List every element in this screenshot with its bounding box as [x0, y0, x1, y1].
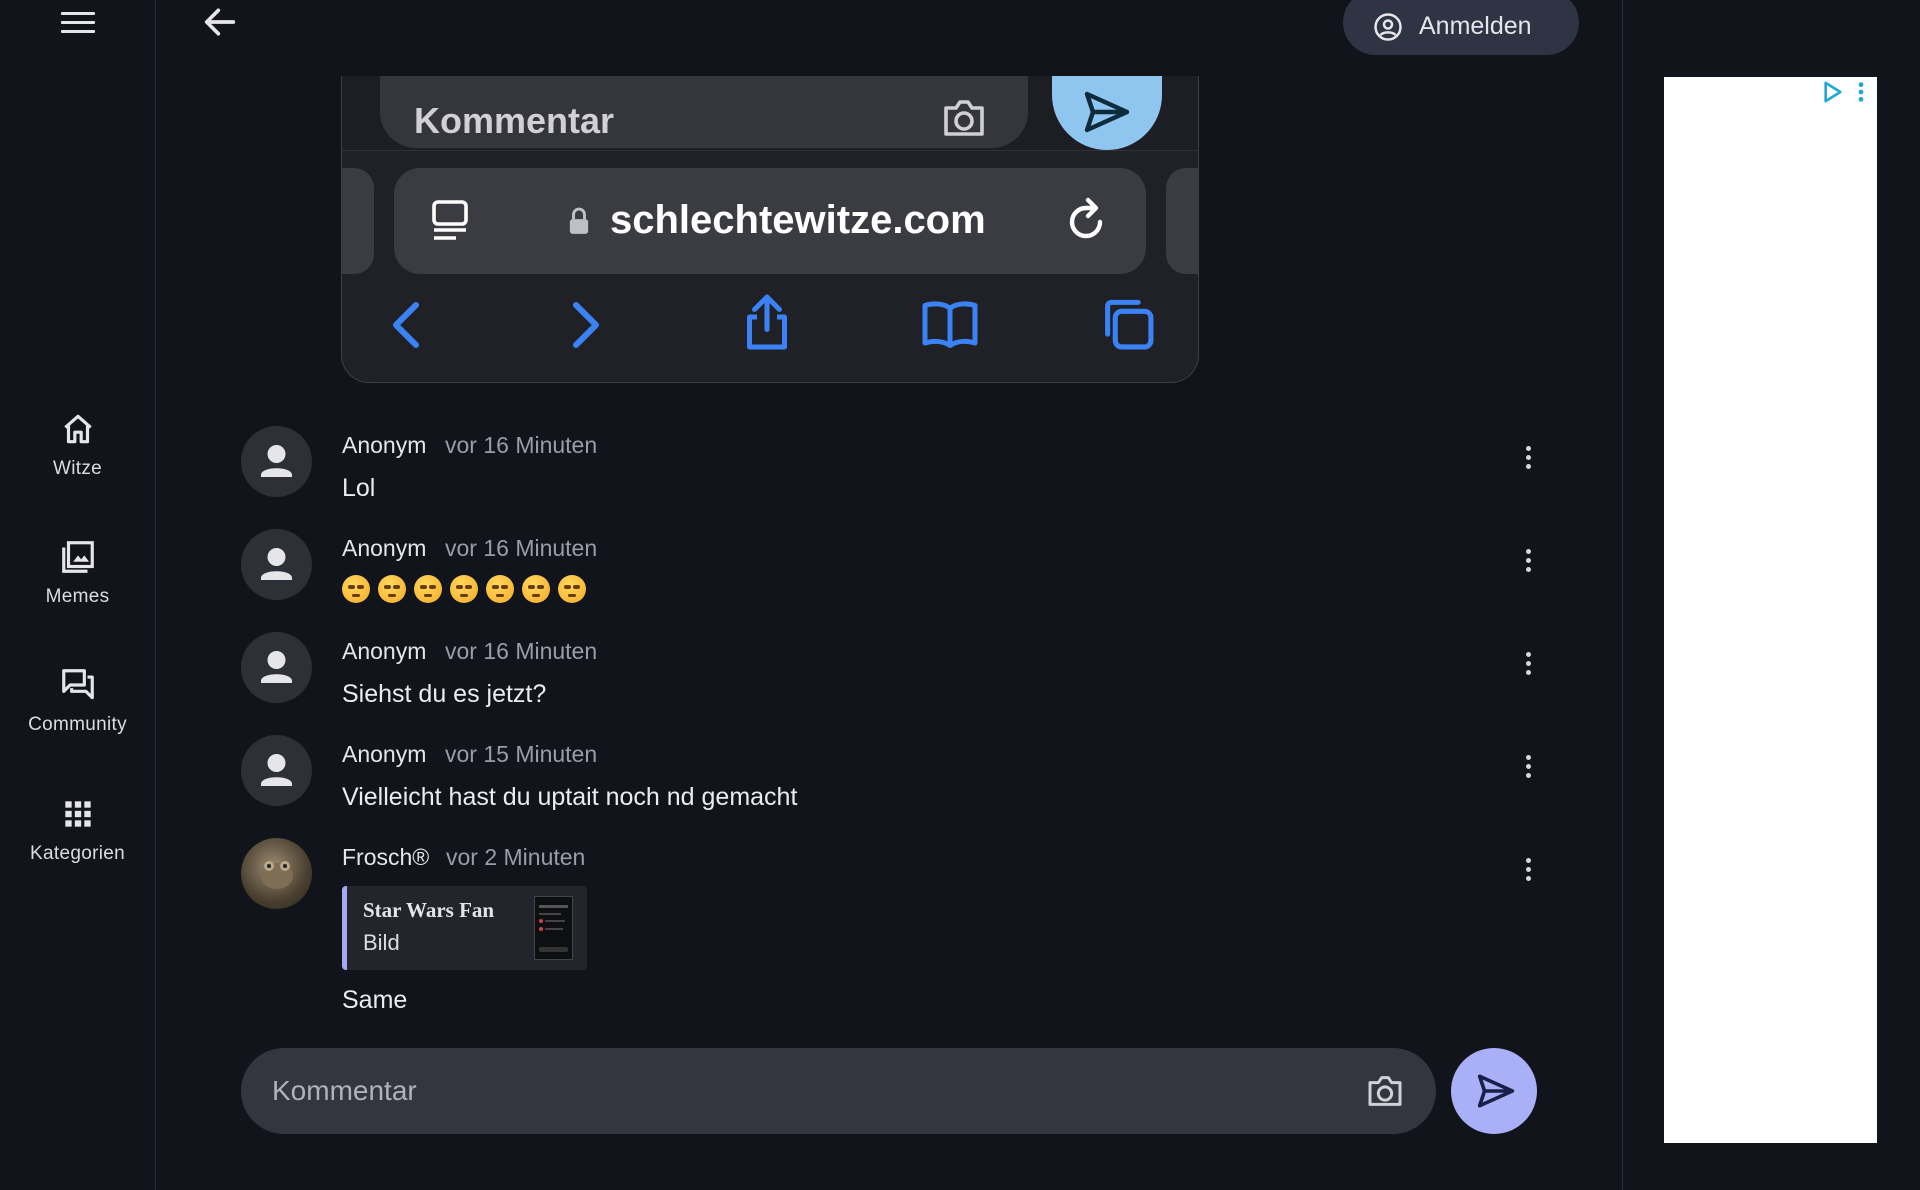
flushed-face-emoji — [450, 575, 478, 603]
comment-time: vor 16 Minuten — [445, 432, 598, 458]
frog-avatar-image — [261, 861, 293, 889]
screenshot-comment-field: Kommentar — [380, 76, 1028, 148]
home-icon — [63, 414, 92, 444]
flushed-face-emoji — [414, 575, 442, 603]
person-icon — [261, 445, 292, 477]
more-options-icon[interactable] — [1516, 648, 1540, 684]
forum-icon — [61, 669, 94, 700]
avatar[interactable] — [241, 838, 312, 909]
avatar[interactable] — [241, 632, 312, 703]
comment-author[interactable]: Anonym — [342, 432, 426, 459]
reply-author: Star Wars Fan — [363, 898, 495, 922]
screenshot-url-text: schlechtewitze.com — [610, 198, 986, 242]
comment-author[interactable]: Anonym — [342, 638, 426, 665]
comment-time: vor 2 Minuten — [446, 844, 586, 870]
page-menu-icon — [432, 200, 468, 240]
back-arrow-icon[interactable] — [198, 2, 242, 42]
screenshot-forward-chevron-icon — [573, 302, 599, 348]
comment-item: Anonym vor 15 Minuten Vielleicht hast du… — [241, 735, 1541, 825]
login-label: Anmelden — [1419, 12, 1532, 40]
reload-icon — [1069, 197, 1103, 239]
avatar[interactable] — [241, 735, 312, 806]
comment-input[interactable] — [270, 1070, 1274, 1112]
person-icon — [261, 548, 292, 580]
flushed-face-emoji — [522, 575, 550, 603]
comment-item: Frosch® vor 2 Minuten Star Wars Fan Bild… — [241, 838, 1541, 1018]
nav-label-community: Community — [28, 714, 127, 735]
reply-type: Bild — [363, 930, 400, 955]
person-icon — [261, 651, 292, 683]
flushed-face-emoji — [342, 575, 370, 603]
nav-label-kategorien: Kategorien — [30, 843, 125, 864]
comment-text: Lol — [342, 474, 376, 502]
screenshot-tab-right — [1166, 168, 1198, 274]
nav-item-kategorien[interactable]: Kategorien — [0, 795, 155, 865]
side-navigation: Witze Memes Community Kategorien — [0, 0, 156, 1190]
image-gallery-icon — [61, 541, 94, 573]
emoji-row — [342, 575, 594, 610]
person-icon — [261, 754, 292, 786]
send-icon — [1084, 91, 1130, 133]
comment-author[interactable]: Anonym — [342, 535, 426, 562]
comment-text: Same — [342, 986, 408, 1014]
send-icon — [1477, 1074, 1515, 1108]
screenshot-top-bar: Kommentar — [342, 76, 1198, 151]
comment-text: Vielleicht hast du uptait noch nd gemach… — [342, 783, 798, 811]
login-button[interactable]: Anmelden — [1343, 0, 1579, 55]
flushed-face-emoji — [486, 575, 514, 603]
avatar[interactable] — [241, 529, 312, 600]
adchoices-icon[interactable] — [1822, 81, 1844, 103]
more-options-icon[interactable] — [1516, 854, 1540, 890]
comment-item: Anonym vor 16 Minuten Siehst du es jetzt… — [241, 632, 1541, 722]
more-options-icon[interactable] — [1516, 751, 1540, 787]
tabs-icon — [1105, 299, 1154, 350]
nav-item-memes[interactable]: Memes — [0, 538, 155, 608]
send-button[interactable] — [1451, 1048, 1537, 1134]
comment-time: vor 16 Minuten — [445, 638, 598, 664]
comment-author[interactable]: Anonym — [342, 741, 426, 768]
camera-icon — [944, 100, 984, 136]
bookmarks-icon — [922, 301, 978, 348]
comment-time: vor 15 Minuten — [445, 741, 598, 767]
more-options-icon[interactable] — [1516, 545, 1540, 581]
comment-text: Siehst du es jetzt? — [342, 680, 547, 708]
more-options-icon[interactable] — [1516, 442, 1540, 478]
avatar[interactable] — [241, 426, 312, 497]
grid-icon — [64, 801, 91, 827]
comment-item: Anonym vor 16 Minuten — [241, 529, 1541, 619]
screenshot-comment-text: Kommentar — [414, 100, 615, 141]
comment-author[interactable]: Frosch® — [342, 844, 429, 871]
hamburger-menu-icon[interactable] — [58, 6, 98, 36]
account-circle-icon — [1374, 12, 1402, 41]
flushed-face-emoji — [378, 575, 406, 603]
post-screenshot-image[interactable]: Kommentar schlechtewitze.com — [341, 76, 1199, 383]
lock-icon — [569, 207, 589, 234]
comment-item: Anonym vor 16 Minuten Lol — [241, 426, 1541, 516]
comment-time: vor 16 Minuten — [445, 535, 598, 561]
reply-thumbnail-image — [534, 896, 573, 960]
flushed-face-emoji — [558, 575, 586, 603]
nav-item-witze[interactable]: Witze — [0, 410, 155, 480]
screenshot-tab-left — [342, 168, 374, 274]
ad-options-icon[interactable] — [1857, 81, 1865, 103]
nav-label-memes: Memes — [45, 586, 110, 607]
content-divider — [1622, 0, 1623, 1190]
share-icon — [747, 294, 787, 350]
nav-item-community[interactable]: Community — [0, 666, 155, 736]
comment-composer[interactable] — [241, 1048, 1436, 1134]
nav-label-witze: Witze — [53, 458, 102, 479]
reply-quote-card[interactable]: Star Wars Fan Bild — [342, 886, 587, 970]
camera-icon[interactable] — [1365, 1072, 1405, 1110]
screenshot-back-chevron-icon — [393, 302, 419, 348]
screenshot-send-button — [1052, 76, 1162, 150]
ad-banner[interactable] — [1664, 77, 1877, 1143]
screenshot-url-bar: schlechtewitze.com — [394, 168, 1146, 274]
